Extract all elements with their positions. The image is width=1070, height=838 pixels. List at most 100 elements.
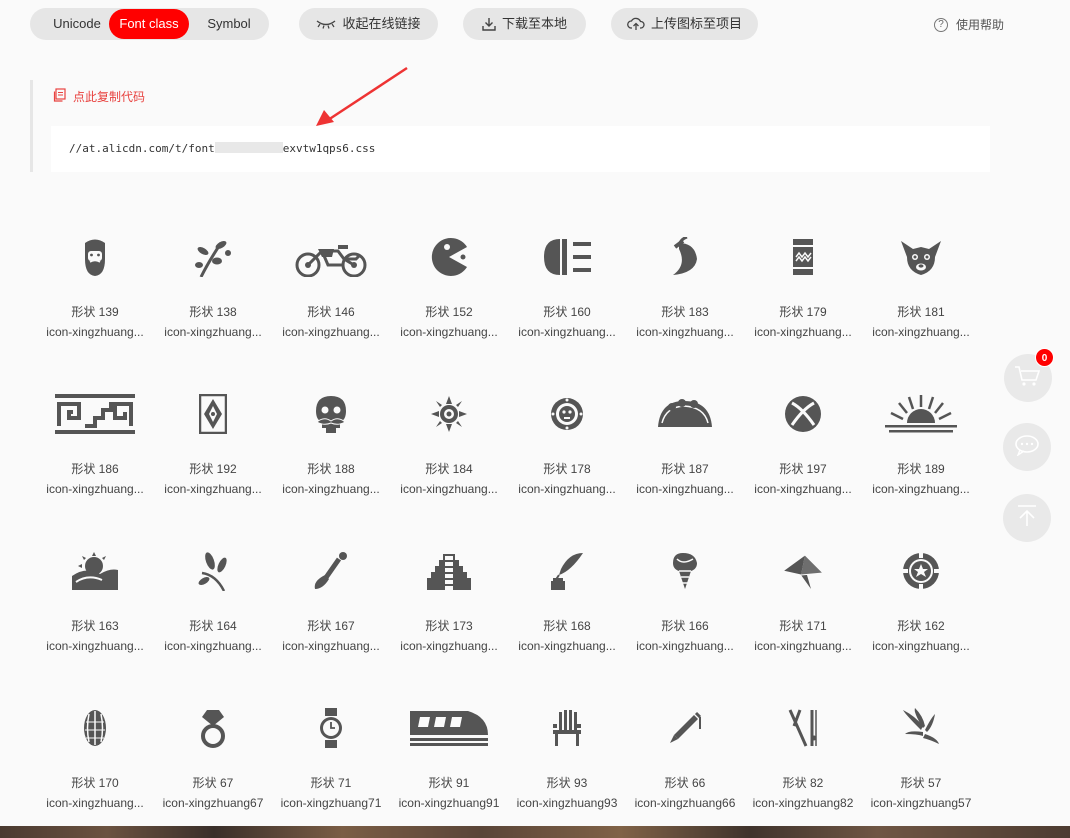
icon-card[interactable]: 形状 93 icon-xingzhuang93	[508, 688, 626, 828]
poker-chip-icon	[862, 531, 980, 611]
css-link-box[interactable]: //at.alicdn.com/t/font exvtw1qps6.css	[51, 126, 990, 172]
download-label: 下载至本地	[501, 16, 567, 31]
download-local-button[interactable]: 下载至本地	[463, 8, 586, 40]
icon-class-name: icon-xingzhuang...	[46, 639, 144, 653]
icon-class-name: icon-xingzhuang...	[400, 325, 498, 339]
collapse-online-link-label: 收起在线链接	[342, 16, 421, 31]
icon-card[interactable]: 形状 189 icon-xingzhuang...	[862, 374, 980, 514]
icon-card[interactable]: 形状 67 icon-xingzhuang67	[154, 688, 272, 828]
icon-name: 形状 192	[189, 462, 237, 476]
icon-card[interactable]: 形状 178 icon-xingzhuang...	[508, 374, 626, 514]
icon-card[interactable]: 形状 171 icon-xingzhuang...	[744, 531, 862, 671]
icon-name: 形状 152	[425, 305, 473, 319]
icon-name: 形状 164	[189, 619, 237, 633]
feedback-button[interactable]	[1003, 423, 1051, 471]
icon-class-name: icon-xingzhuang...	[282, 325, 380, 339]
paper-plane-icon	[744, 531, 862, 611]
skis-icon	[744, 688, 862, 768]
train-icon	[390, 688, 508, 768]
code-panel: 点此复制代码 //at.alicdn.com/t/font exvtw1qps6.…	[30, 80, 990, 172]
icon-class-name: icon-xingzhuang...	[518, 482, 616, 496]
help-link[interactable]: ? 使用帮助	[934, 16, 1004, 33]
motorcycle-icon	[272, 217, 390, 297]
background-image-strip	[0, 826, 1070, 838]
icon-card[interactable]: 形状 197 icon-xingzhuang...	[744, 374, 862, 514]
icon-name: 形状 178	[543, 462, 591, 476]
icon-class-name: icon-xingzhuang...	[46, 796, 144, 810]
icon-card[interactable]: 形状 82 icon-xingzhuang82	[744, 688, 862, 828]
icon-card[interactable]: 形状 138 icon-xingzhuang...	[154, 217, 272, 357]
icon-name: 形状 71	[310, 776, 352, 790]
icon-card[interactable]: 形状 91 icon-xingzhuang91	[390, 688, 508, 828]
icon-name: 形状 139	[71, 305, 119, 319]
icon-name: 形状 188	[307, 462, 355, 476]
copy-code-link[interactable]: 点此复制代码	[53, 88, 145, 105]
icon-card[interactable]: 形状 183 icon-xingzhuang...	[626, 217, 744, 357]
tab-unicode[interactable]: Unicode	[38, 9, 116, 39]
icon-card[interactable]: 形状 184 icon-xingzhuang...	[390, 374, 508, 514]
icon-card[interactable]: 形状 71 icon-xingzhuang71	[272, 688, 390, 828]
icon-class-name: icon-xingzhuang...	[518, 325, 616, 339]
icon-class-name: icon-xingzhuang71	[280, 796, 382, 810]
icon-card[interactable]: 形状 146 icon-xingzhuang...	[272, 217, 390, 357]
sun-hill-icon	[36, 531, 154, 611]
pen-icon	[626, 688, 744, 768]
icon-name: 形状 179	[779, 305, 827, 319]
icon-card[interactable]: 形状 181 icon-xingzhuang...	[862, 217, 980, 357]
closed-eye-icon	[316, 19, 336, 29]
css-link-text[interactable]: //at.alicdn.com/t/font exvtw1qps6.css	[69, 142, 375, 155]
help-label: 使用帮助	[956, 18, 1005, 32]
back-to-top-button[interactable]	[1003, 494, 1051, 542]
icon-name: 形状 160	[543, 305, 591, 319]
icon-card[interactable]: 形状 188 icon-xingzhuang...	[272, 374, 390, 514]
cocoa-pod-icon	[36, 688, 154, 768]
icon-class-name: icon-xingzhuang...	[400, 639, 498, 653]
tab-symbol[interactable]: Symbol	[192, 9, 266, 39]
calendar-stone-icon	[508, 374, 626, 454]
icon-card[interactable]: 形状 66 icon-xingzhuang66	[626, 688, 744, 828]
download-icon	[482, 17, 496, 31]
icon-card[interactable]: 形状 139 icon-xingzhuang...	[36, 217, 154, 357]
icon-card[interactable]: 形状 186 icon-xingzhuang...	[36, 374, 154, 514]
icon-card[interactable]: 形状 170 icon-xingzhuang...	[36, 688, 154, 828]
icon-card[interactable]: 形状 187 icon-xingzhuang...	[626, 374, 744, 514]
skull-mustache-icon	[272, 374, 390, 454]
annotation-arrow-icon	[316, 66, 408, 126]
taco-icon	[626, 374, 744, 454]
icon-card[interactable]: 形状 167 icon-xingzhuang...	[272, 531, 390, 671]
icon-class-name: icon-xingzhuang...	[164, 325, 262, 339]
icon-name: 形状 138	[189, 305, 237, 319]
icon-name: 形状 181	[897, 305, 945, 319]
icon-card[interactable]: 形状 160 icon-xingzhuang...	[508, 217, 626, 357]
icon-class-name: icon-xingzhuang...	[636, 325, 734, 339]
icon-name: 形状 163	[71, 619, 119, 633]
chair-icon	[508, 688, 626, 768]
icon-card[interactable]: 形状 162 icon-xingzhuang...	[862, 531, 980, 671]
icon-class-name: icon-xingzhuang...	[754, 325, 852, 339]
ring-icon	[154, 688, 272, 768]
chat-bubble-icon	[1014, 434, 1040, 461]
plant-branch-icon	[154, 217, 272, 297]
icon-card[interactable]: 形状 166 icon-xingzhuang...	[626, 531, 744, 671]
icon-card[interactable]: 形状 57 icon-xingzhuang57	[862, 688, 980, 828]
icon-class-name: icon-xingzhuang...	[164, 482, 262, 496]
icon-card[interactable]: 形状 164 icon-xingzhuang...	[154, 531, 272, 671]
icon-card[interactable]: 形状 192 icon-xingzhuang...	[154, 374, 272, 514]
icon-card[interactable]: 形状 173 icon-xingzhuang...	[390, 531, 508, 671]
icon-name: 形状 91	[428, 776, 470, 790]
icon-name: 形状 184	[425, 462, 473, 476]
question-icon: ?	[934, 17, 948, 32]
tab-font-class[interactable]: Font class	[109, 9, 189, 39]
pacman-icon	[390, 217, 508, 297]
xbox-icon	[744, 374, 862, 454]
icon-card[interactable]: 形状 179 icon-xingzhuang...	[744, 217, 862, 357]
icon-name: 形状 67	[192, 776, 234, 790]
icon-card[interactable]: 形状 163 icon-xingzhuang...	[36, 531, 154, 671]
icon-card[interactable]: 形状 152 icon-xingzhuang...	[390, 217, 508, 357]
icon-class-name: icon-xingzhuang67	[162, 796, 264, 810]
upload-to-project-button[interactable]: 上传图标至项目	[611, 8, 758, 40]
icon-card[interactable]: 形状 168 icon-xingzhuang...	[508, 531, 626, 671]
collapse-online-link-button[interactable]: 收起在线链接	[299, 8, 438, 40]
icon-name: 形状 173	[425, 619, 473, 633]
icon-class-name: icon-xingzhuang...	[46, 482, 144, 496]
